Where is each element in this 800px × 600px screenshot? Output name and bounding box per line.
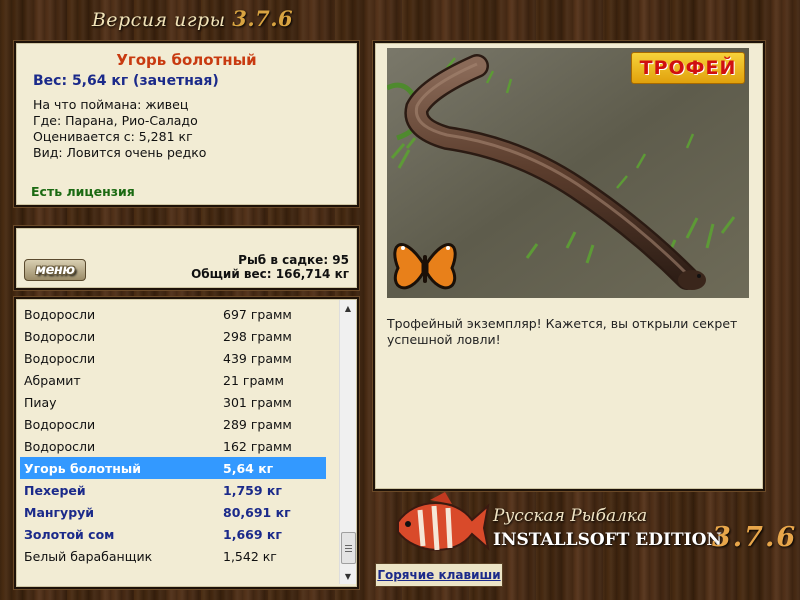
fish-weight: Вес: 5,64 кг (зачетная) [33,73,219,89]
catch-row[interactable]: Водоросли 298 грамм [20,325,326,347]
catch-fish-name: Золотой сом [24,526,115,542]
total-weight: Общий вес: 166,714 кг [191,267,349,281]
fish-threshold: Оценивается с: 5,281 кг [33,129,193,144]
catch-fish-name: Водоросли [24,350,96,366]
catch-fish-weight: 301 грамм [223,394,292,410]
catch-fish-name: Мангуруй [24,504,95,520]
trophy-panel: ТРОФЕЙ Трофейный экземпляр! Кажется, вы … [373,41,765,491]
catch-fish-name: Водоросли [24,416,96,432]
catch-row[interactable]: Водоросли 162 грамм [20,435,326,457]
catch-fish-weight: 1,542 кг [223,548,277,564]
trophy-description: Трофейный экземпляр! Кажется, вы открыли… [387,316,738,347]
scroll-down-icon[interactable]: ▼ [340,568,356,584]
fish-rarity: Вид: Ловится очень редко [33,145,207,160]
catch-row[interactable]: Водоросли 439 грамм [20,347,326,369]
game-logo: Русская Рыбалка INSTALLSOFT EDITION 3.7.… [390,492,795,562]
catch-fish-weight: 162 грамм [223,438,292,454]
catch-fish-weight: 439 грамм [223,350,292,366]
catch-fish-weight: 1,759 кг [223,482,282,498]
menu-button[interactable]: меню [24,259,86,281]
catch-rows: Водоросли 697 грамм Водоросли 298 грамм Водо… [20,303,326,567]
keep-net-stats: Рыб в садке: 95 Общий вес: 166,714 кг [191,253,349,281]
catch-list: Водоросли 697 грамм Водоросли 298 грамм Водо… [14,297,359,589]
catch-fish-name: Пиау [24,394,57,410]
trophy-badge: ТРОФЕЙ [631,52,745,84]
catch-fish-weight: 21 грамм [223,372,284,388]
catch-row[interactable]: Пиау 301 грамм [20,391,326,413]
trophy-fish-photo: ТРОФЕЙ [387,48,749,298]
catch-fish-weight: 80,691 кг [223,504,291,520]
hotkeys-button[interactable]: Горячие клавиши [375,563,503,587]
logo-title: Русская Рыбалка [493,506,648,526]
catch-fish-weight: 697 грамм [223,306,292,322]
catch-row[interactable]: Водоросли 289 грамм [20,413,326,435]
catch-fish-weight: 1,669 кг [223,526,282,542]
catch-fish-name: Белый барабанщик [24,548,153,564]
catch-fish-weight: 5,64 кг [223,460,274,476]
catch-row[interactable]: Абрамит 21 грамм [20,369,326,391]
eel-photo-illustration [387,48,749,298]
catch-fish-name: Абрамит [24,372,81,388]
logo-version: 3.7.6 [712,522,798,553]
catch-row[interactable]: Водоросли 697 грамм [20,303,326,325]
catch-fish-weight: 298 грамм [223,328,292,344]
game-version-title: Версия игры 3.7.6 [0,6,385,31]
catch-row[interactable]: Золотой сом 1,669 кг [20,523,326,545]
catch-fish-name: Угорь болотный [24,460,141,476]
fish-logo-icon [397,492,490,551]
catch-row[interactable]: Угорь болотный 5,64 кг [20,457,326,479]
keep-net-panel: меню Рыб в садке: 95 Общий вес: 166,714 … [14,226,359,290]
scroll-thumb[interactable] [341,532,356,564]
catch-fish-name: Водоросли [24,328,96,344]
fish-bait: На что поймана: живец [33,97,189,112]
license-status: Есть лицензия [31,184,135,199]
catch-fish-name: Пехерей [24,482,86,498]
fish-location: Где: Парана, Рио-Саладо [33,113,198,128]
logo-edition: INSTALLSOFT EDITION [493,530,722,550]
title-prefix: Версия игры [91,9,226,31]
catch-list-scrollbar[interactable]: ▲ ▼ [339,300,356,584]
title-version: 3.7.6 [232,6,294,31]
catch-fish-name: Водоросли [24,438,96,454]
catch-fish-weight: 289 грамм [223,416,292,432]
catch-fish-name: Водоросли [24,306,96,322]
fish-count: Рыб в садке: 95 [238,253,349,267]
catch-row[interactable]: Пехерей 1,759 кг [20,479,326,501]
catch-row[interactable]: Мангуруй 80,691 кг [20,501,326,523]
fish-name: Угорь болотный [116,51,257,69]
catch-row[interactable]: Белый барабанщик 1,542 кг [20,545,326,567]
fish-info-card: Угорь болотный Вес: 5,64 кг (зачетная) Н… [14,41,359,207]
scroll-up-icon[interactable]: ▲ [340,300,356,316]
